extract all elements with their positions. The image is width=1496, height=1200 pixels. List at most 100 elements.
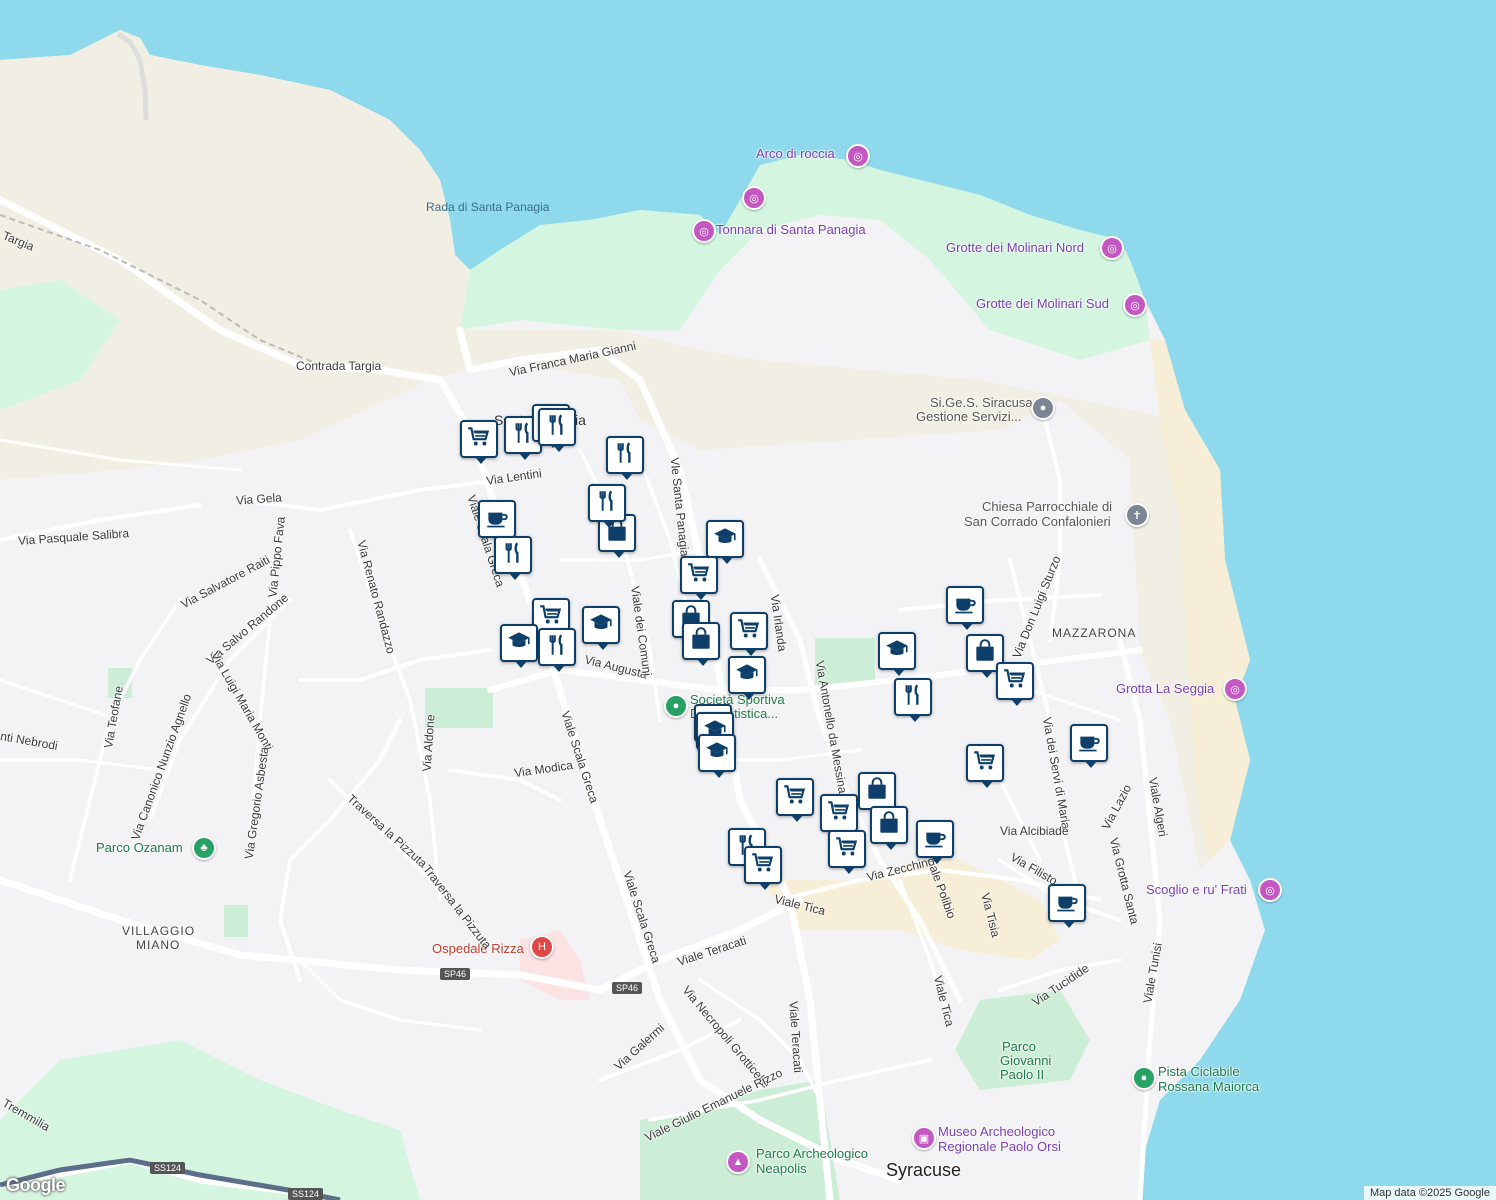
restaurant-icon bbox=[900, 682, 926, 713]
label-parco-gp-2[interactable]: Giovanni bbox=[1000, 1053, 1051, 1068]
label-sigesa-1[interactable]: Si.Ge.S. Siracusana bbox=[930, 395, 1047, 410]
label-syracuse[interactable]: Syracuse bbox=[886, 1160, 961, 1181]
school-marker[interactable] bbox=[878, 632, 916, 676]
school-icon bbox=[588, 610, 614, 641]
restaurant-icon bbox=[594, 488, 620, 519]
small-park-2 bbox=[224, 905, 248, 937]
restaurant-marker[interactable] bbox=[538, 408, 576, 452]
school-icon bbox=[704, 738, 730, 769]
label-grotta-seggia[interactable]: Grotta La Seggia bbox=[1116, 681, 1214, 696]
label-museo-1[interactable]: Museo Archeologico bbox=[938, 1124, 1055, 1139]
map-attribution[interactable]: Map data ©2025 Google bbox=[1363, 1186, 1496, 1200]
grocery-marker[interactable] bbox=[744, 846, 782, 890]
camera-icon[interactable]: ◎ bbox=[692, 219, 716, 243]
tree-icon[interactable]: ♣ bbox=[192, 836, 216, 860]
label-parco-arch-1[interactable]: Parco Archeologico bbox=[756, 1146, 868, 1161]
label-molinari-nord[interactable]: Grotte dei Molinari Nord bbox=[946, 240, 1084, 255]
shopping-bag-marker[interactable] bbox=[870, 806, 908, 850]
label-parco-ozanam[interactable]: Parco Ozanam bbox=[96, 840, 183, 855]
label-molinari-sud[interactable]: Grotte dei Molinari Sud bbox=[976, 296, 1109, 311]
camera-icon[interactable]: ◎ bbox=[846, 144, 870, 168]
camera-icon[interactable]: ◎ bbox=[1258, 878, 1282, 902]
grocery-icon bbox=[834, 834, 860, 865]
label-pista-2[interactable]: Rossana Maiorca bbox=[1158, 1079, 1259, 1094]
shopping-bag-icon bbox=[972, 638, 998, 669]
cafe-marker[interactable] bbox=[1048, 884, 1086, 928]
camera-icon[interactable]: ◎ bbox=[1223, 677, 1247, 701]
grocery-icon bbox=[466, 424, 492, 455]
shopping-bag-icon bbox=[688, 626, 714, 657]
map-background[interactable] bbox=[0, 0, 1496, 1200]
grocery-marker[interactable] bbox=[680, 556, 718, 600]
grocery-icon bbox=[1002, 666, 1028, 697]
route-shield-sp46: SP46 bbox=[440, 968, 471, 980]
grocery-icon bbox=[782, 782, 808, 813]
label-sigesa-2[interactable]: Gestione Servizi... bbox=[916, 409, 1022, 424]
cafe-icon bbox=[1054, 888, 1080, 919]
label-pista-1[interactable]: Pista Ciclabile bbox=[1158, 1064, 1240, 1079]
grocery-marker[interactable] bbox=[820, 794, 858, 838]
school-icon bbox=[734, 660, 760, 691]
camera-icon[interactable]: ◎ bbox=[742, 186, 766, 210]
school-marker[interactable] bbox=[582, 606, 620, 650]
label-chiesa-2[interactable]: San Corrado Confalonieri bbox=[964, 514, 1111, 529]
cafe-marker[interactable] bbox=[916, 820, 954, 864]
grocery-marker[interactable] bbox=[460, 420, 498, 464]
business-icon[interactable]: ● bbox=[1031, 396, 1055, 420]
label-parco-gp-1[interactable]: Parco bbox=[1002, 1039, 1036, 1054]
grocery-icon bbox=[736, 616, 762, 647]
grocery-marker[interactable] bbox=[996, 662, 1034, 706]
label-museo-2[interactable]: Regionale Paolo Orsi bbox=[938, 1139, 1061, 1154]
grocery-marker[interactable] bbox=[966, 744, 1004, 788]
label-parco-arch-2[interactable]: Neapolis bbox=[756, 1161, 807, 1176]
cafe-icon bbox=[922, 824, 948, 855]
label-chiesa-1[interactable]: Chiesa Parrocchiale di bbox=[982, 499, 1112, 514]
shopping-bag-icon bbox=[864, 776, 890, 807]
grocery-icon bbox=[686, 560, 712, 591]
cafe-marker[interactable] bbox=[946, 586, 984, 630]
label-scoglio[interactable]: Scoglio e ru' Frati bbox=[1146, 882, 1247, 897]
restaurant-marker[interactable] bbox=[894, 678, 932, 722]
church-icon[interactable]: ✝ bbox=[1125, 503, 1149, 527]
school-marker[interactable] bbox=[706, 520, 744, 564]
label-mazzarona: MAZZARONA bbox=[1052, 626, 1137, 640]
grocery-icon bbox=[972, 748, 998, 779]
restaurant-icon bbox=[544, 632, 570, 663]
school-marker[interactable] bbox=[728, 656, 766, 700]
restaurant-marker[interactable] bbox=[606, 436, 644, 480]
restaurant-marker[interactable] bbox=[538, 628, 576, 672]
route-shield-ss124: SS124 bbox=[288, 1188, 324, 1200]
label-tonnara[interactable]: Tonnara di Santa Panagia bbox=[716, 222, 866, 237]
label-parco-gp-3[interactable]: Paolo II bbox=[1000, 1067, 1044, 1082]
grocery-icon bbox=[826, 798, 852, 829]
shopping-bag-marker[interactable] bbox=[682, 622, 720, 666]
school-marker[interactable] bbox=[698, 734, 736, 778]
school-icon bbox=[506, 628, 532, 659]
restaurant-icon bbox=[500, 540, 526, 571]
cafe-icon bbox=[1076, 728, 1102, 759]
hospital-icon[interactable]: H bbox=[530, 935, 554, 959]
restaurant-marker[interactable] bbox=[588, 484, 626, 528]
grocery-icon bbox=[750, 850, 776, 881]
park-icon[interactable]: ● bbox=[664, 694, 688, 718]
monument-icon[interactable]: ▲ bbox=[726, 1150, 750, 1174]
cafe-marker[interactable] bbox=[478, 500, 516, 544]
shopping-bag-icon bbox=[876, 810, 902, 841]
restaurant-icon bbox=[544, 412, 570, 443]
cafe-icon bbox=[952, 590, 978, 621]
grocery-marker[interactable] bbox=[828, 830, 866, 874]
grocery-marker[interactable] bbox=[730, 612, 768, 656]
label-arco[interactable]: Arco di roccia bbox=[756, 146, 835, 161]
cafe-marker[interactable] bbox=[1070, 724, 1108, 768]
park-icon[interactable]: ● bbox=[1132, 1066, 1156, 1090]
label-villaggio-2: MIANO bbox=[136, 938, 181, 952]
grocery-marker[interactable] bbox=[776, 778, 814, 822]
road-label: Contrada Targia bbox=[296, 359, 382, 373]
shopping-bag-marker[interactable] bbox=[858, 772, 896, 816]
restaurant-marker[interactable] bbox=[494, 536, 532, 580]
museum-icon[interactable]: ▣ bbox=[912, 1126, 936, 1150]
school-marker[interactable] bbox=[500, 624, 538, 668]
camera-icon[interactable]: ◎ bbox=[1123, 293, 1147, 317]
school-icon bbox=[712, 524, 738, 555]
camera-icon[interactable]: ◎ bbox=[1100, 236, 1124, 260]
